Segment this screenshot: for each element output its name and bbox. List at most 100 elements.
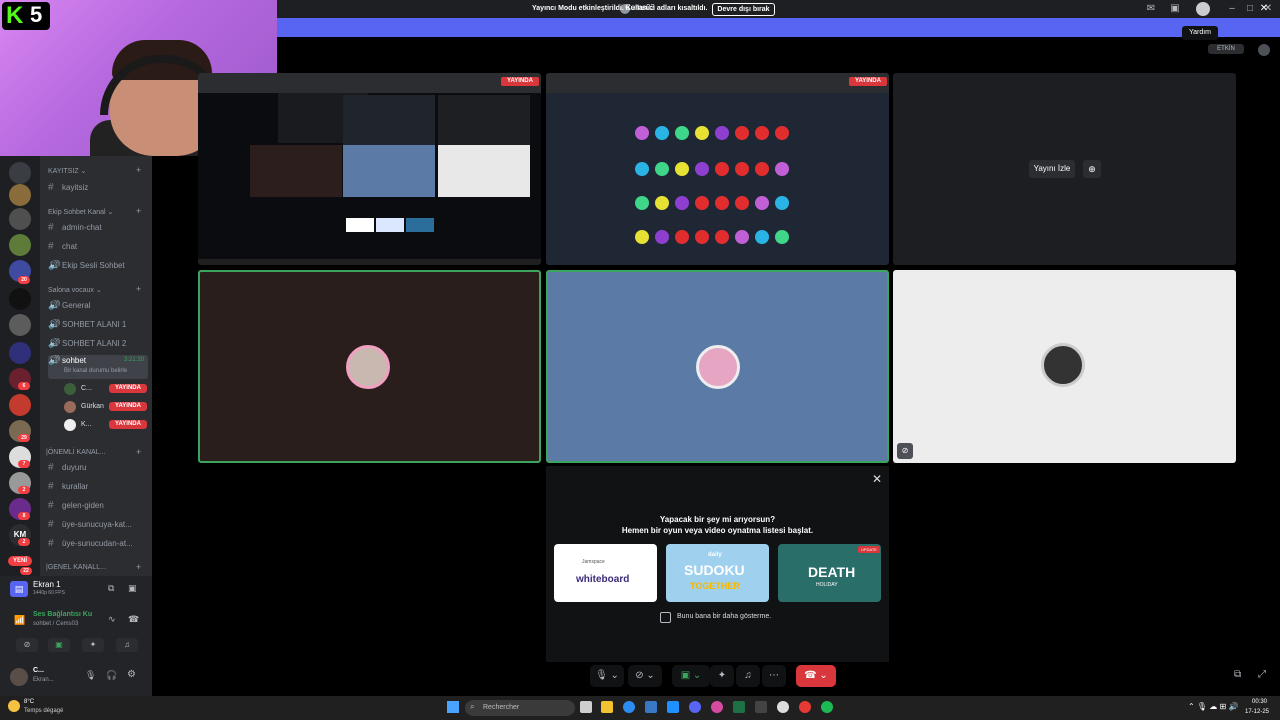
channel-kurallar[interactable]: # kurallar bbox=[48, 481, 148, 495]
add-channel-icon[interactable]: + bbox=[136, 206, 141, 216]
stream-settings-icon[interactable]: ⧉ bbox=[108, 583, 120, 595]
screen-icon[interactable]: ▣ bbox=[1169, 3, 1181, 15]
task-view-icon[interactable] bbox=[580, 701, 592, 713]
stream-tile-screen-2[interactable]: YAYINDA bbox=[546, 73, 889, 265]
channel-sohbet[interactable]: 🔊 sohbet 3:21:20 Bir kanal durumu belirle bbox=[48, 355, 148, 379]
stream-tile-screen-1[interactable]: YAYINDA bbox=[198, 73, 541, 265]
activities-button[interactable]: ✦ bbox=[710, 665, 734, 687]
channel-uye-sun-kat[interactable]: # üye-sunucuya-kat... bbox=[48, 519, 148, 533]
edge-icon[interactable] bbox=[623, 701, 635, 713]
chrome-icon[interactable] bbox=[799, 701, 811, 713]
close-icon[interactable]: ✕ bbox=[870, 472, 884, 486]
server-icon[interactable] bbox=[9, 288, 31, 310]
clock-time[interactable]: 00:30 bbox=[1252, 699, 1267, 705]
camera-off-button[interactable]: ⊘ bbox=[16, 638, 38, 652]
start-icon[interactable] bbox=[447, 701, 459, 713]
add-channel-icon[interactable]: + bbox=[136, 284, 141, 294]
obs-icon[interactable] bbox=[777, 701, 789, 713]
mic-icon[interactable]: 🎙 bbox=[85, 670, 96, 681]
activities-button[interactable]: ✦ bbox=[82, 638, 104, 652]
mic-button[interactable]: 🎙 ⌄ bbox=[590, 665, 624, 687]
user-tile-3[interactable]: ⊘ bbox=[893, 270, 1236, 463]
channel-admin-chat[interactable]: # admin-chat bbox=[48, 222, 148, 236]
weather-icon[interactable] bbox=[8, 700, 20, 712]
app-icon[interactable] bbox=[755, 701, 767, 713]
channel-gelen-giden[interactable]: # gelen-giden bbox=[48, 500, 148, 514]
voice-status[interactable]: Ses Bağlantısı Ku bbox=[33, 611, 92, 618]
stream-tile-screen-3[interactable]: Yayını İzle ⊕ bbox=[893, 73, 1236, 265]
channel-uye-sun-at[interactable]: # üye-sunucudan-at... bbox=[48, 538, 148, 552]
add-channel-icon[interactable]: + bbox=[136, 165, 141, 175]
headphones-icon[interactable]: 🎧 bbox=[106, 670, 117, 681]
popout-icon[interactable]: ⊕ bbox=[1083, 160, 1101, 178]
discord-icon[interactable] bbox=[689, 701, 701, 713]
category-kayitsiz[interactable]: KAYITSIZ ⌄ bbox=[48, 167, 86, 175]
server-icon[interactable] bbox=[9, 394, 31, 416]
screen-share-button[interactable]: ▣ bbox=[48, 638, 70, 652]
category-salona[interactable]: Salona vocaux ⌄ bbox=[48, 286, 102, 294]
store-icon[interactable] bbox=[645, 701, 657, 713]
server-icon[interactable] bbox=[9, 208, 31, 230]
opera-icon[interactable] bbox=[711, 701, 723, 713]
soundboard-button[interactable]: ♫ bbox=[116, 638, 138, 652]
stop-stream-icon[interactable]: ▣ bbox=[128, 583, 140, 595]
voice-user-name[interactable]: Gürkan bbox=[81, 403, 104, 410]
clock-date[interactable]: 17-12-25 bbox=[1245, 709, 1269, 715]
tray-icons[interactable]: ⌃ 🎙 ☁ ⊞ 🔊 bbox=[1188, 702, 1238, 711]
mail-icon[interactable] bbox=[667, 701, 679, 713]
channel-sohbet-1[interactable]: 🔊 SOHBET ALANI 1 bbox=[48, 319, 148, 333]
disconnect-button[interactable]: ☎ ⌄ bbox=[796, 665, 836, 687]
disconnect-icon[interactable]: ☎ bbox=[128, 614, 139, 625]
activity-card-whiteboard[interactable]: Jamspace whiteboard bbox=[554, 544, 657, 602]
user-tile-1[interactable] bbox=[198, 270, 541, 463]
category-genel[interactable]: |GENEL KANALL... bbox=[46, 564, 106, 571]
excel-icon[interactable] bbox=[733, 701, 745, 713]
category-onemli[interactable]: |ÖNEMLİ KANAL... bbox=[46, 449, 105, 456]
more-button[interactable]: ⋯ bbox=[762, 665, 786, 687]
minimize-icon[interactable]: – bbox=[1226, 3, 1238, 15]
settings-icon[interactable]: ⚙ bbox=[127, 669, 136, 680]
channel-kayitsiz[interactable]: # kayitsiz bbox=[48, 182, 148, 196]
weather-temp[interactable]: 8°C bbox=[24, 699, 34, 705]
screen-share-button[interactable]: ▣ ⌄ bbox=[672, 665, 710, 687]
activity-card-sudoku[interactable]: daily SUDOKU TOGETHER bbox=[666, 544, 769, 602]
file-explorer-icon[interactable] bbox=[601, 701, 613, 713]
popout-icon[interactable]: ⧉ bbox=[1234, 669, 1241, 680]
noise-suppression-icon[interactable]: ∿ bbox=[108, 614, 116, 625]
voice-user-name[interactable]: C... bbox=[81, 385, 92, 392]
activity-card-death[interactable]: UPDATE DEATH HOLIDAY bbox=[778, 544, 881, 602]
server-icon[interactable] bbox=[9, 184, 31, 206]
channel-chat[interactable]: # chat bbox=[48, 241, 148, 255]
weather-desc[interactable]: Temps dégagé bbox=[24, 708, 63, 714]
dont-show-checkbox[interactable] bbox=[660, 612, 671, 623]
soundboard-button[interactable]: ♫ bbox=[736, 665, 760, 687]
help-avatar-icon[interactable] bbox=[1196, 2, 1210, 16]
spotify-icon[interactable] bbox=[821, 701, 833, 713]
channel-general[interactable]: 🔊 General bbox=[48, 300, 148, 314]
voice-user-name[interactable]: K... bbox=[81, 421, 92, 428]
fullscreen-icon[interactable]: ⤢ bbox=[1258, 669, 1266, 680]
maximize-icon[interactable]: □ bbox=[1244, 3, 1256, 15]
user-tile-2[interactable] bbox=[546, 270, 889, 463]
channel-status[interactable]: Bir kanal durumu belirle bbox=[64, 368, 127, 374]
channel-sohbet-2[interactable]: 🔊 SOHBET ALANI 2 bbox=[48, 338, 148, 352]
avatar[interactable] bbox=[10, 668, 28, 686]
add-channel-icon[interactable]: + bbox=[136, 447, 141, 457]
voice-channel[interactable]: sohbet / Cems03 bbox=[33, 621, 78, 627]
channel-ekip-sesli[interactable]: 🔊 Ekip Sesli Sohbet bbox=[48, 260, 148, 274]
camera-button[interactable]: ⊘ ⌄ bbox=[628, 665, 662, 687]
server-icon[interactable] bbox=[9, 234, 31, 256]
new-badge: YENİ bbox=[8, 556, 32, 566]
watch-stream-button[interactable]: Yayını İzle bbox=[1029, 160, 1075, 178]
disable-streamer-button[interactable]: Devre dışı bırak bbox=[712, 3, 775, 16]
add-channel-icon[interactable]: + bbox=[136, 562, 141, 572]
inbox-icon[interactable]: ✉ bbox=[1145, 3, 1157, 15]
taskbar-search[interactable] bbox=[465, 700, 575, 716]
chat-icon[interactable] bbox=[1258, 44, 1270, 56]
server-icon[interactable] bbox=[9, 314, 31, 336]
category-ekip[interactable]: Ekip Sohbet Kanal ⌄ bbox=[48, 208, 113, 216]
close-banner-icon[interactable]: ✕ bbox=[1258, 3, 1270, 15]
server-icon[interactable] bbox=[9, 342, 31, 364]
channel-duyuru[interactable]: # duyuru bbox=[48, 462, 148, 476]
server-icon[interactable] bbox=[9, 162, 31, 184]
